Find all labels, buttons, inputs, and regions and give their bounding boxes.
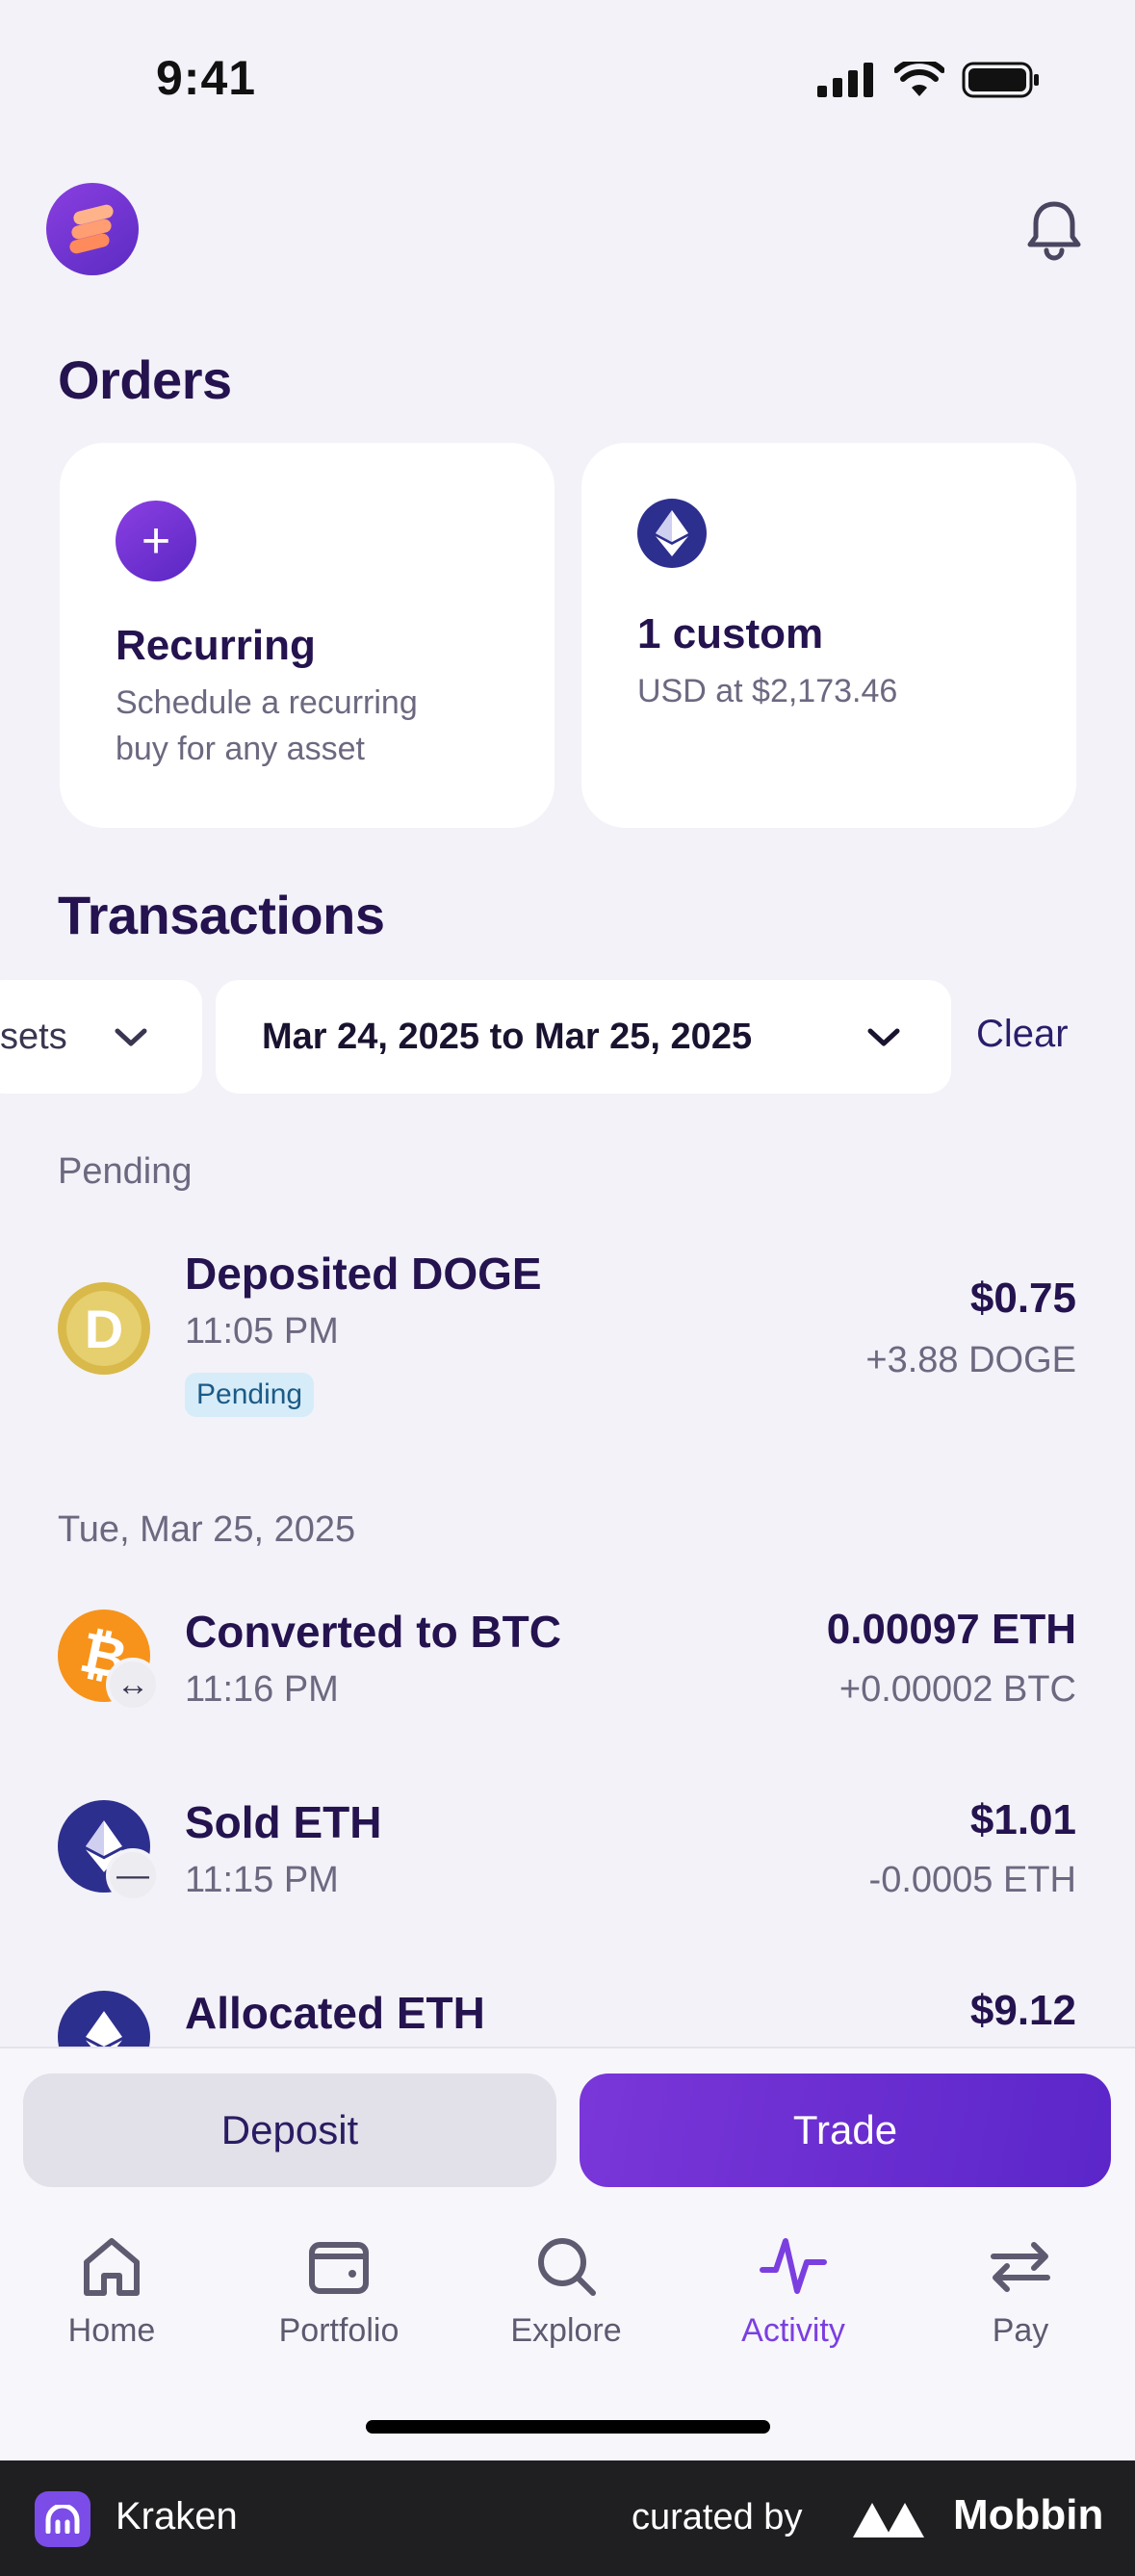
transaction-sub-amount: +3.88 DOGE: [865, 1340, 1076, 1380]
notifications-button[interactable]: [1022, 198, 1086, 262]
doge-icon: D: [58, 1282, 150, 1375]
battery-icon: [962, 62, 1039, 98]
footer-app-name: Kraken: [116, 2495, 238, 2537]
eth-icon: [637, 499, 707, 568]
transaction-time: 11:16 PM: [185, 1669, 339, 1710]
transaction-amount: 0.00097 ETH: [826, 1606, 1076, 1653]
tab-label: Home: [67, 2312, 156, 2349]
transaction-amount: $0.75: [969, 1275, 1076, 1322]
transaction-title: Sold ETH: [185, 1797, 382, 1847]
recurring-subtitle-line2: buy for any asset: [116, 731, 365, 767]
trade-button[interactable]: Trade: [580, 2074, 1111, 2187]
mobbin-logo-icon: [853, 2503, 924, 2537]
tab-portfolio[interactable]: Portfolio: [243, 2231, 435, 2350]
transactions-title: Transactions: [58, 885, 385, 945]
footer-curated-by: curated by: [632, 2497, 803, 2537]
transaction-title: Deposited DOGE: [185, 1249, 542, 1299]
recurring-title: Recurring: [116, 622, 316, 669]
minus-icon: —: [106, 1848, 160, 1902]
group-label-date: Tue, Mar 25, 2025: [58, 1509, 356, 1550]
plus-icon: +: [116, 501, 196, 581]
tab-activity[interactable]: Activity: [697, 2231, 890, 2350]
deposit-button[interactable]: Deposit: [23, 2074, 556, 2187]
signal-icon: [817, 63, 873, 97]
tab-label: Portfolio: [278, 2312, 400, 2349]
status-time: 9:41: [156, 51, 257, 105]
home-indicator: [366, 2420, 770, 2434]
assets-filter-label: sets: [0, 1016, 67, 1057]
activity-icon: [760, 2238, 827, 2294]
tab-pay[interactable]: Pay: [924, 2231, 1117, 2350]
custom-order-subtitle: USD at $2,173.46: [637, 673, 898, 709]
assets-filter[interactable]: sets: [0, 980, 202, 1094]
transaction-time: 11:15 PM: [185, 1860, 339, 1900]
status-icons: [817, 62, 1041, 98]
home-icon: [84, 2238, 140, 2296]
transaction-title: Allocated ETH: [185, 1988, 485, 2038]
transaction-amount: $1.01: [969, 1796, 1076, 1843]
tab-label: Activity: [741, 2312, 845, 2349]
transaction-row[interactable]: [0, 1232, 1135, 1434]
clear-filters-link[interactable]: Clear: [976, 1013, 1069, 1056]
footer-brand: Mobbin: [953, 2491, 1104, 2538]
kraken-logo-icon: [35, 2491, 90, 2547]
chevron-down-icon: [115, 1028, 147, 1046]
date-range-label: Mar 24, 2025 to Mar 25, 2025: [262, 1016, 753, 1057]
tab-label: Explore: [510, 2312, 622, 2349]
bell-icon: [1027, 201, 1081, 261]
transaction-sub-amount: +0.00002 BTC: [838, 1669, 1076, 1710]
convert-arrows-icon: ↔: [106, 1658, 160, 1712]
transaction-sub-amount: -0.0005 ETH: [868, 1860, 1076, 1900]
date-range-filter[interactable]: Mar 24, 2025 to Mar 25, 2025: [216, 980, 951, 1094]
tab-home[interactable]: Home: [15, 2231, 208, 2350]
wallet-icon: [309, 2242, 369, 2294]
tab-label: Pay: [992, 2312, 1049, 2349]
chevron-down-icon: [867, 1028, 900, 1046]
account-avatar[interactable]: [46, 183, 139, 275]
custom-order-title: 1 custom: [637, 610, 824, 657]
wifi-icon: [894, 62, 944, 96]
orders-title: Orders: [58, 349, 232, 410]
search-icon: [538, 2238, 596, 2296]
group-label-pending: Pending: [58, 1151, 193, 1192]
transaction-title: Converted to BTC: [185, 1607, 561, 1657]
pending-badge: Pending: [185, 1373, 315, 1417]
transaction-amount: $9.12: [969, 1987, 1076, 2034]
tab-explore[interactable]: Explore: [470, 2231, 662, 2350]
recurring-subtitle-line1: Schedule a recurring: [116, 684, 418, 721]
transfer-arrows-icon: [991, 2242, 1050, 2292]
stacked-coins-icon: [69, 204, 114, 254]
transaction-time: 11:05 PM: [185, 1311, 339, 1352]
